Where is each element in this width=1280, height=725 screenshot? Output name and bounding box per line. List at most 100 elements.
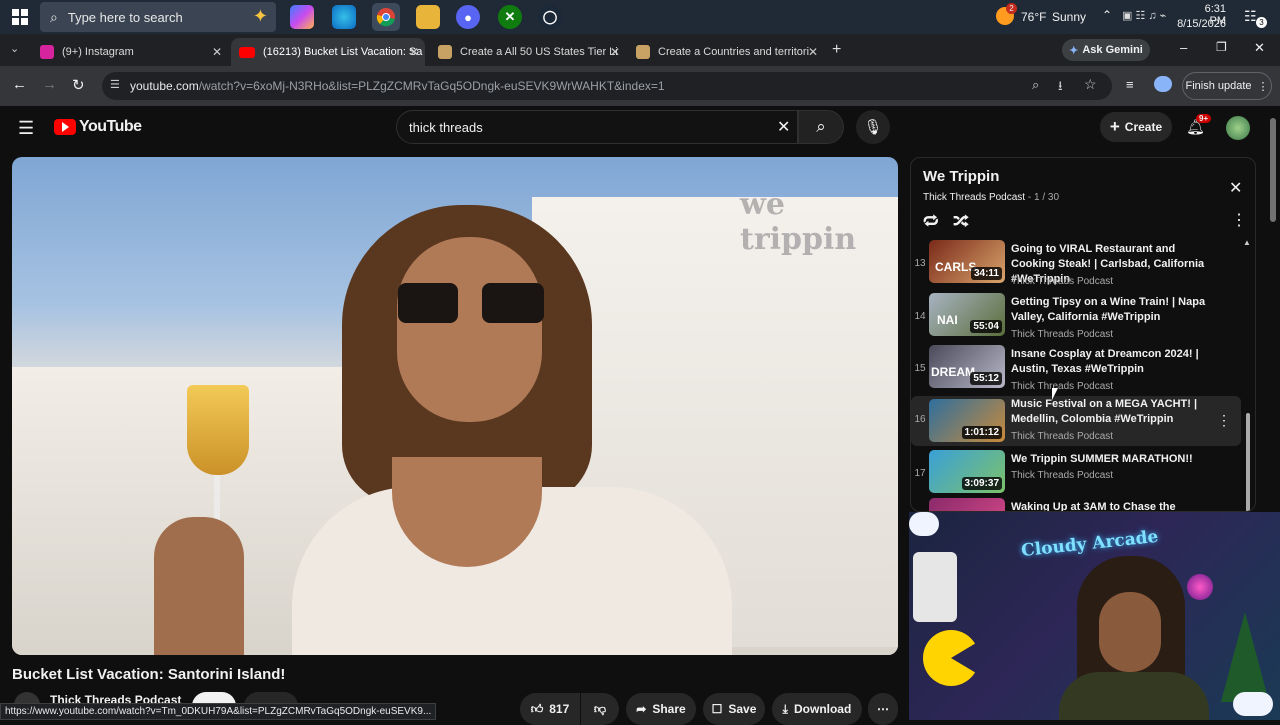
scroll-up-arrow-icon[interactable]: ▲	[1243, 238, 1251, 247]
kebab-menu-icon: ⋮	[1257, 80, 1269, 93]
media-controls-icon[interactable]: ≡	[1126, 77, 1134, 92]
tab-title: (16213) Bucket List Vacation: Sa	[263, 46, 423, 58]
tab-search-chevron-icon[interactable]: ⌄	[10, 42, 19, 55]
playlist-item[interactable]: Waking Up at 3AM to Chase the	[911, 498, 1241, 511]
close-playlist-icon[interactable]: ✕	[1229, 178, 1242, 198]
playlist-menu-icon[interactable]: ⋮	[1231, 210, 1247, 230]
video-frame-sunglasses-right	[482, 283, 544, 323]
like-button[interactable]: 👍︎ 817	[520, 693, 580, 725]
share-button[interactable]: ➦ Share	[626, 693, 696, 725]
tab-youtube[interactable]: (16213) Bucket List Vacation: Sa ✕	[231, 38, 425, 66]
page-scrollbar[interactable]	[1270, 118, 1276, 222]
save-button[interactable]: ☐ Save	[703, 693, 765, 725]
more-actions-button[interactable]: ⋯	[868, 693, 898, 725]
chevron-up-icon[interactable]: ⌃	[1102, 8, 1112, 22]
new-tab-plus-icon[interactable]: +	[832, 41, 841, 59]
search-button-icon[interactable]: ⌕	[798, 110, 844, 144]
item-number: 17	[914, 468, 926, 479]
download-button[interactable]: ⤓ Download	[772, 693, 862, 725]
restore-icon[interactable]: ❐	[1216, 40, 1227, 54]
close-icon[interactable]: ✕	[212, 45, 222, 59]
search-input-value: thick threads	[409, 119, 483, 135]
chrome-icon[interactable]	[372, 3, 400, 31]
voice-search-mic-icon[interactable]: 🎙︎	[856, 110, 890, 144]
pacman-icon	[923, 630, 979, 686]
taskbar-search-box[interactable]: ⌕ Type here to search ✦	[40, 2, 276, 32]
bookmark-star-icon[interactable]: ☆	[1084, 76, 1097, 93]
copilot-icon[interactable]	[290, 5, 314, 29]
windows-start-icon[interactable]	[8, 5, 32, 29]
webcam-christmas-tree	[1221, 612, 1269, 702]
dislike-button[interactable]: 👎︎	[581, 693, 619, 725]
playlist-item-hovered[interactable]: 16 1:01:12 Music Festival on a MEGA YACH…	[911, 396, 1241, 446]
close-icon[interactable]: ✕	[808, 45, 818, 59]
close-icon[interactable]: ✕	[610, 45, 620, 59]
avatar[interactable]	[1226, 116, 1250, 140]
item-menu-icon[interactable]: ⋮	[1217, 412, 1231, 429]
search-icon: ⌕	[50, 8, 58, 25]
playlist-item[interactable]: 14 NAI 55:04 Getting Tipsy on a Wine Tra…	[911, 293, 1241, 345]
download-label: Download	[793, 702, 852, 716]
shuffle-icon[interactable]: 🔀︎	[953, 210, 969, 233]
tab-title: (9+) Instagram	[62, 46, 134, 58]
item-number: 15	[914, 363, 926, 374]
ask-gemini-button[interactable]: ✦ Ask Gemini	[1062, 39, 1150, 61]
youtube-play-logo-icon	[54, 119, 76, 135]
playlist-title[interactable]: We Trippin	[923, 168, 999, 185]
item-channel: Thick Threads Podcast	[1011, 431, 1114, 442]
steam-icon[interactable]: ◯	[538, 5, 562, 29]
item-thumbnail: 3:09:37	[929, 450, 1005, 493]
thumbnail-caption: NAI	[937, 313, 958, 327]
back-arrow-icon[interactable]: ←	[12, 76, 27, 93]
browser-tab-strip: ⌄ (9+) Instagram ✕ (16213) Bucket List V…	[0, 34, 1280, 66]
more-horizontal-icon: ⋯	[877, 702, 889, 716]
xbox-icon[interactable]: ✕	[498, 5, 522, 29]
url-path: /watch?v=6xoMj-N3RHo&list=PLZgZCMRvTaGq5…	[198, 79, 665, 93]
browser-toolbar: ← → ↻ ☰ youtube.com/watch?v=6xoMj-N3RHo&…	[0, 66, 1280, 106]
install-app-icon[interactable]: ⭳	[1058, 77, 1063, 99]
playlist-scrollbar[interactable]	[1246, 413, 1250, 511]
discord-icon[interactable]: ●	[456, 5, 480, 29]
system-tray-icons[interactable]: ▣ ☷ ♫ ⌁	[1122, 9, 1166, 22]
video-player[interactable]: we trippin	[12, 157, 898, 655]
tab-tier-list-countries[interactable]: Create a Countries and territori ✕	[628, 38, 824, 66]
forward-arrow-icon[interactable]: →	[42, 76, 57, 93]
hamburger-menu-icon[interactable]: ☰	[18, 118, 34, 139]
reload-icon[interactable]: ↻	[72, 76, 85, 94]
playlist-item[interactable]: 17 3:09:37 We Trippin SUMMER MARATHON!! …	[911, 450, 1241, 502]
tab-instagram[interactable]: (9+) Instagram ✕	[32, 38, 228, 66]
bookmark-icon: ☐	[711, 702, 723, 716]
zoom-icon[interactable]: ⌕	[1032, 77, 1039, 93]
item-duration: 55:04	[970, 320, 1002, 333]
notification-icon[interactable]: ☷	[1244, 8, 1257, 25]
tab-tier-list-states[interactable]: Create a All 50 US States Tier Li ✕	[430, 38, 626, 66]
close-icon[interactable]: ✕	[409, 45, 419, 59]
mouse-cursor-icon	[1052, 388, 1058, 400]
clear-search-icon[interactable]: ✕	[777, 117, 790, 137]
video-watermark: we trippin	[740, 187, 857, 257]
youtube-search-input[interactable]: thick threads ✕	[396, 110, 798, 144]
playlist-item[interactable]: 15 DREAM 55:12 Insane Cosplay at Dreamco…	[911, 345, 1241, 397]
finish-update-button[interactable]: Finish update ⋮	[1182, 72, 1272, 100]
file-explorer-icon[interactable]	[416, 5, 440, 29]
playlist-item[interactable]: 13 CARLS 34:11 Going to VIRAL Restaurant…	[911, 240, 1241, 292]
profile-cloud-icon[interactable]	[1154, 76, 1172, 92]
webcam-light	[1187, 574, 1213, 600]
close-window-icon[interactable]: ✕	[1254, 40, 1265, 56]
item-number: 13	[914, 258, 926, 269]
address-bar[interactable]: ☰ youtube.com/watch?v=6xoMj-N3RHo&list=P…	[102, 72, 1112, 100]
loop-icon[interactable]: 🔁︎	[923, 210, 939, 233]
video-frame-sunglasses-left	[398, 283, 458, 323]
weather-desc: Sunny	[1052, 10, 1087, 24]
tab-title: Create a Countries and territori	[658, 46, 810, 58]
notification-badge: 9+	[1196, 114, 1212, 123]
edge-icon[interactable]	[332, 5, 356, 29]
minimize-icon[interactable]: –	[1180, 40, 1187, 55]
thumbs-down-icon: 👎︎	[593, 701, 607, 716]
item-channel: Thick Threads Podcast	[1011, 329, 1114, 340]
playlist-channel[interactable]: Thick Threads Podcast	[923, 192, 1025, 203]
create-button[interactable]: + Create	[1100, 112, 1172, 142]
clock-date[interactable]: 8/15/2026	[1176, 18, 1226, 30]
site-settings-icon[interactable]: ☰	[110, 78, 120, 91]
youtube-logo[interactable]: YouTube	[54, 118, 142, 136]
